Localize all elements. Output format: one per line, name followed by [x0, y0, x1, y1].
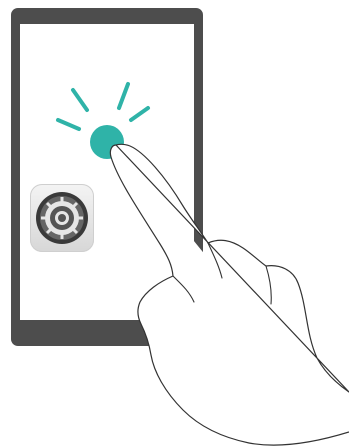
tap-rays — [56, 82, 150, 131]
tap-gesture-overlay — [56, 82, 349, 446]
gesture-illustration — [0, 0, 349, 448]
hand-outline — [109, 143, 349, 446]
